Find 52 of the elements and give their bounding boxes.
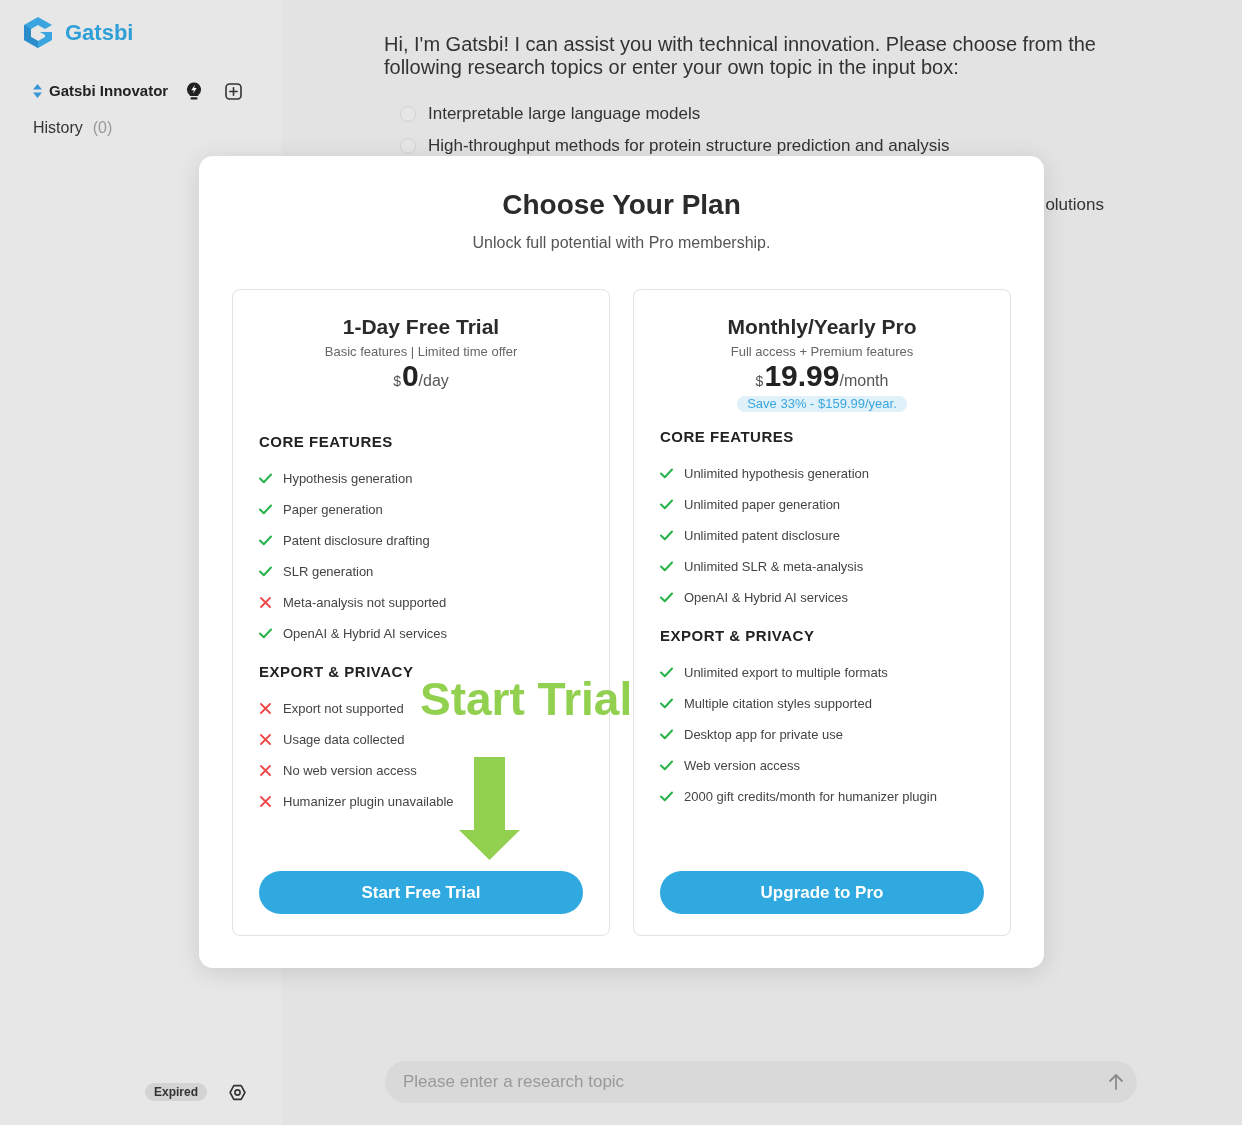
feature-text: Patent disclosure drafting bbox=[283, 531, 430, 550]
assistant-selector[interactable]: Gatsbi Innovator bbox=[49, 80, 169, 102]
feature-section-heading: EXPORT & PRIVACY bbox=[660, 627, 816, 645]
feature-text: SLR generation bbox=[283, 562, 374, 581]
settings-icon[interactable] bbox=[229, 1083, 246, 1101]
modal-subtitle: Unlock full potential with Pro membership. bbox=[471, 233, 772, 253]
topic-option[interactable]: Interpretable large language models bbox=[428, 104, 701, 124]
feature-text: Unlimited hypothesis generation bbox=[684, 464, 869, 483]
feature-text: Paper generation bbox=[283, 500, 383, 519]
plan-price: $19.99/month bbox=[755, 361, 889, 391]
feature-text: Export not supported bbox=[283, 699, 404, 718]
feature-text: Humanizer plugin unavailable bbox=[283, 792, 454, 811]
history-count: (0) bbox=[92, 118, 113, 138]
annotation-text: Start Trial bbox=[420, 676, 633, 723]
savings-badge: Save 33% - $159.99/year. bbox=[737, 396, 907, 412]
plan-name: 1-Day Free Trial bbox=[341, 314, 501, 340]
feature-text: 2000 gift credits/month for humanizer plugin bbox=[684, 787, 937, 806]
up-arrow-icon[interactable] bbox=[1108, 1073, 1124, 1090]
plan-tagline: Full access + Premium features bbox=[729, 343, 915, 361]
feature-text: Web version access bbox=[684, 756, 801, 775]
feature-section-heading: CORE FEATURES bbox=[259, 433, 394, 451]
plus-square-icon[interactable] bbox=[225, 82, 243, 100]
feature-text: No web version access bbox=[283, 761, 417, 780]
feature-text: Multiple citation styles supported bbox=[684, 694, 872, 713]
feature-section-heading: EXPORT & PRIVACY bbox=[259, 663, 415, 681]
radio-button[interactable] bbox=[400, 138, 416, 154]
feature-text: Meta-analysis not supported bbox=[283, 593, 447, 612]
topic-option[interactable]: olutions bbox=[1045, 195, 1104, 215]
topic-input[interactable]: Please enter a research topic bbox=[385, 1061, 1137, 1103]
feature-text: Unlimited export to multiple formats bbox=[684, 663, 888, 682]
modal-title: Choose Your Plan bbox=[501, 188, 742, 222]
feature-text: Unlimited paper generation bbox=[684, 495, 841, 514]
feature-text: Hypothesis generation bbox=[283, 469, 413, 488]
feature-text: OpenAI & Hybrid AI services bbox=[283, 624, 447, 643]
history-label[interactable]: History bbox=[33, 117, 83, 139]
lightbulb-icon[interactable] bbox=[186, 82, 203, 100]
brand-name: Gatsbi bbox=[65, 19, 134, 46]
feature-text: Usage data collected bbox=[283, 730, 405, 749]
assistant-message: Hi, I'm Gatsbi! I can assist you with technical innovation. Please choose from the following research topics or enter your own topic in the input box: bbox=[384, 33, 1097, 79]
feature-text: Desktop app for private use bbox=[684, 725, 843, 744]
plan-tagline: Basic features | Limited time offer bbox=[323, 343, 519, 361]
feature-text: Unlimited patent disclosure bbox=[684, 526, 841, 545]
status-badge: Expired bbox=[145, 1083, 207, 1101]
feature-text: OpenAI & Hybrid AI services bbox=[684, 588, 848, 607]
cube-logo-icon bbox=[23, 17, 53, 48]
down-arrow-icon bbox=[459, 757, 520, 860]
topic-option[interactable]: High-throughput methods for protein structure prediction and analysis bbox=[428, 136, 950, 156]
feature-section-heading: CORE FEATURES bbox=[660, 428, 795, 446]
feature-text: Unlimited SLR & meta-analysis bbox=[684, 557, 864, 576]
plan-name: Monthly/Yearly Pro bbox=[726, 314, 918, 340]
plan-price: $0/day bbox=[393, 361, 449, 391]
sort-arrows-icon[interactable] bbox=[33, 84, 42, 98]
